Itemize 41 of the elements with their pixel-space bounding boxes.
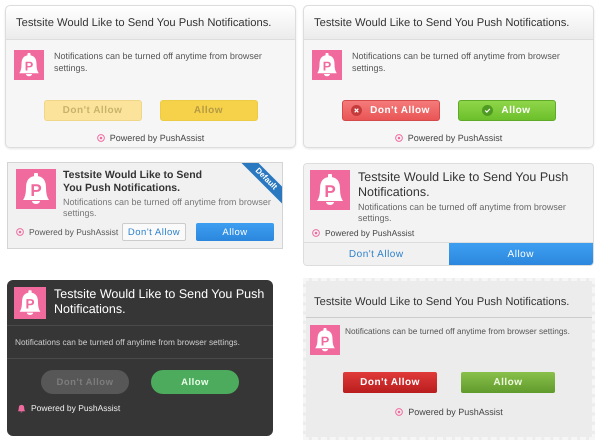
powered-by-text: Powered by PushAssist [408, 133, 502, 143]
notification-message: Notifications can be turned off anytime from browser settings. [345, 325, 570, 338]
allow-button[interactable]: Allow [160, 100, 258, 121]
powered-by-text: Powered by PushAssist [29, 227, 118, 237]
notification-title: Testsite Would Like to Send You Push Notifications. [16, 16, 272, 30]
notification-message: Notifications can be turned off anytime from browser settings. [7, 326, 273, 359]
notification-message: Notifications can be turned off anytime from browser settings. [54, 50, 263, 75]
close-icon [351, 105, 362, 116]
allow-button[interactable]: Allow [448, 243, 593, 265]
check-icon [482, 105, 494, 116]
powered-by-text: Powered by PushAssist [110, 133, 204, 143]
notification-title: Testsite Would Like to Send You Push Notifications. [63, 169, 204, 195]
notification-message: Notifications can be turned off anytime from browser settings. [352, 50, 561, 75]
brand-icon [312, 228, 320, 236]
logo-icon: P [14, 287, 46, 319]
brand-icon [395, 408, 404, 416]
brand-icon [394, 134, 403, 142]
allow-button[interactable]: Allow [458, 100, 556, 121]
logo-icon: P [310, 170, 350, 210]
notification-message: Notifications can be turned off anytime from browser settings. [63, 197, 272, 219]
notification-message: Notifications can be turned off anytime from browser settings. [358, 202, 567, 224]
allow-button[interactable]: Allow [151, 370, 239, 394]
dont-allow-button[interactable]: Don't Allow [342, 100, 440, 121]
logo-icon: P [312, 50, 342, 80]
allow-button[interactable]: Allow [461, 372, 555, 393]
brand-icon [96, 134, 105, 142]
notification-title: Testsite Would Like to Send You Push Notifications. [54, 287, 266, 318]
dont-allow-button[interactable]: Don't Allow [122, 223, 186, 241]
notification-title: Testsite Would Like to Send You Push Notifications. [314, 295, 570, 309]
powered-by-text: Powered by PushAssist [408, 407, 503, 417]
logo-icon: P [310, 325, 340, 355]
powered-by-text: Powered by PushAssist [31, 403, 120, 413]
powered-by-text: Powered by PushAssist [325, 228, 414, 238]
allow-button[interactable]: Allow [196, 223, 274, 241]
notification-title: Testsite Would Like to Send You Push Notifications. [314, 16, 570, 30]
logo-icon: P [16, 169, 56, 209]
dont-allow-button[interactable]: Don't Allow [343, 372, 437, 393]
brand-icon [16, 228, 24, 236]
bell-icon [17, 404, 26, 412]
logo-icon: P [14, 50, 44, 80]
notification-title: Testsite Would Like to Send You Push Notifications. [358, 170, 570, 200]
